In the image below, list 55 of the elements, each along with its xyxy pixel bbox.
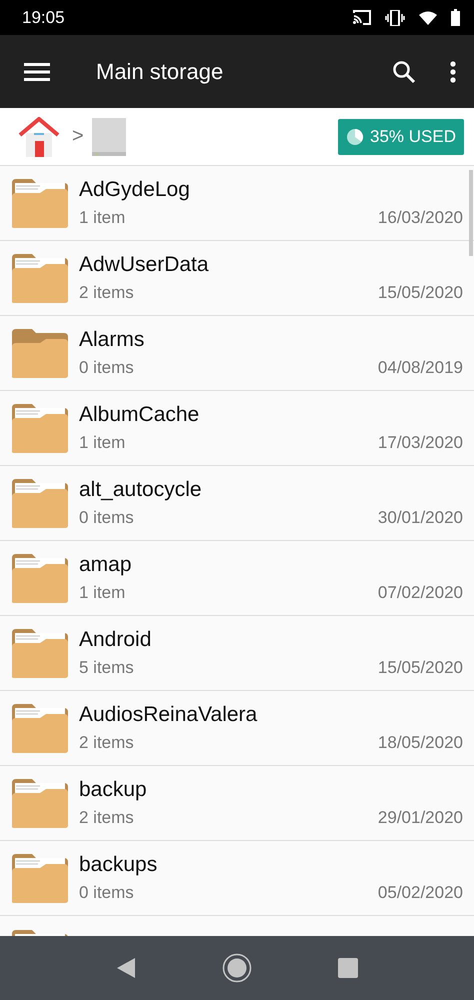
- scrollbar[interactable]: [469, 170, 473, 256]
- modified-date: 16/03/2020: [378, 208, 463, 228]
- modified-date: 07/02/2020: [378, 583, 463, 603]
- folder-name[interactable]: amap: [79, 553, 463, 577]
- item-count: 0 items: [79, 883, 134, 903]
- modified-date: 15/05/2020: [378, 283, 463, 303]
- home-icon[interactable]: [18, 116, 60, 156]
- item-count: 2 items: [79, 733, 134, 753]
- modified-date: 15/05/2020: [378, 658, 463, 678]
- modified-date: 04/08/2019: [378, 358, 463, 378]
- folder-icon: [10, 777, 70, 829]
- screen-title: Main storage: [96, 58, 224, 84]
- folder-name[interactable]: AlbumCache: [79, 403, 463, 427]
- item-count: 1 item: [79, 583, 126, 603]
- item-count: 1 item: [79, 208, 126, 228]
- folder-icon: [10, 252, 70, 304]
- modified-date: 18/05/2020: [378, 733, 463, 753]
- folder-name[interactable]: Alarms: [79, 328, 463, 352]
- more-icon[interactable]: [450, 60, 456, 82]
- folder-icon: [10, 327, 70, 379]
- folder-icon: [10, 552, 70, 604]
- home-button-icon[interactable]: [222, 953, 252, 983]
- item-count: 2 items: [79, 283, 134, 303]
- folder-name[interactable]: AudiosReinaValera: [79, 703, 463, 727]
- folder-icon: [10, 402, 70, 454]
- modified-date: 29/01/2020: [378, 808, 463, 828]
- folder-name[interactable]: backups: [79, 853, 463, 877]
- back-icon[interactable]: [116, 957, 136, 979]
- modified-date: 17/03/2020: [378, 433, 463, 453]
- item-count: 2 items: [79, 808, 134, 828]
- item-count: 0 items: [79, 358, 134, 378]
- menu-icon[interactable]: [24, 62, 50, 80]
- item-count: 5 items: [79, 658, 134, 678]
- folder-name[interactable]: AdwUserData: [79, 253, 463, 277]
- battery-icon: [451, 9, 460, 26]
- vibrate-icon: [385, 10, 405, 26]
- folder-icon: [10, 477, 70, 529]
- folder-name[interactable]: AdGydeLog: [79, 178, 463, 202]
- wifi-icon: [419, 10, 437, 24]
- breadcrumb-separator: >: [72, 125, 84, 148]
- item-count: 0 items: [79, 508, 134, 528]
- folder-name[interactable]: Android: [79, 628, 463, 652]
- folder-icon: [10, 702, 70, 754]
- cast-icon: [353, 10, 371, 25]
- modified-date: 05/02/2020: [378, 883, 463, 903]
- pie-icon: [346, 128, 364, 146]
- folder-icon: [10, 177, 70, 229]
- modified-date: 30/01/2020: [378, 508, 463, 528]
- folder-icon: [10, 627, 70, 679]
- folder-icon: [10, 852, 70, 904]
- folder-name[interactable]: alt_autocycle: [79, 478, 463, 502]
- clock: 19:05: [22, 8, 66, 28]
- folder-name[interactable]: backup: [79, 778, 463, 802]
- search-icon[interactable]: [392, 60, 416, 84]
- item-count: 1 item: [79, 433, 126, 453]
